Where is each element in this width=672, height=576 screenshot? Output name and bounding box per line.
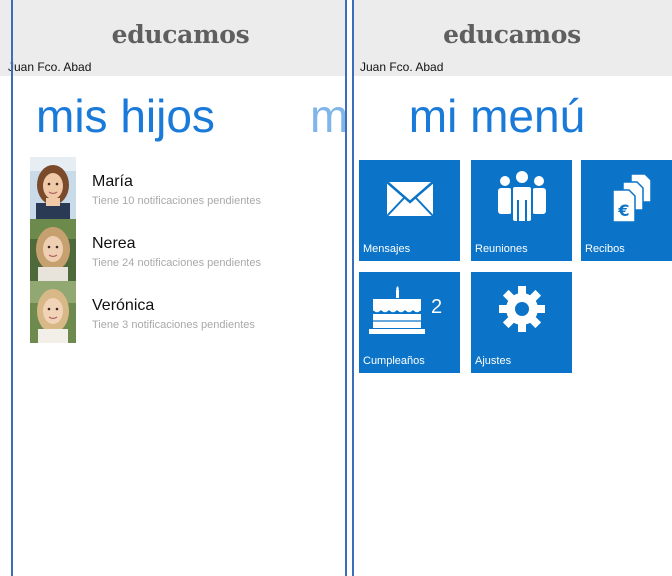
app-header: educamos Juan Fco. Abad [0, 0, 347, 76]
tile-recibos[interactable]: € Recibos [581, 160, 672, 261]
child-name: Nerea [92, 235, 136, 252]
receipts-euro-icon: € [612, 173, 652, 223]
child-photo-nerea [30, 219, 76, 281]
svg-text:€: € [617, 201, 629, 220]
frame-border [352, 0, 354, 576]
child-row-veronica[interactable]: Verónica Tiene 3 notificaciones pendient… [30, 281, 330, 343]
child-name: María [92, 173, 133, 190]
page-title: mis hijos [36, 90, 215, 142]
app-header: educamos Juan Fco. Abad [352, 0, 672, 76]
gear-icon [499, 286, 545, 332]
tile-label: Recibos [585, 243, 625, 255]
next-page-title-peek[interactable]: m [310, 93, 347, 139]
child-notifications: Tiene 3 notificaciones pendientes [92, 319, 255, 331]
child-notifications: Tiene 24 notificaciones pendientes [92, 257, 261, 269]
tile-ajustes[interactable]: Ajustes [471, 272, 572, 373]
user-name[interactable]: Juan Fco. Abad [8, 60, 91, 74]
mi-menu-screen: educamos Juan Fco. Abad mi menú Mensajes… [352, 0, 672, 576]
child-row-maria[interactable]: María Tiene 10 notificaciones pendientes [30, 157, 330, 219]
child-row-nerea[interactable]: Nerea Tiene 24 notificaciones pendientes [30, 219, 330, 281]
envelope-icon [386, 181, 434, 217]
tile-reuniones[interactable]: Reuniones [471, 160, 572, 261]
child-photo-maria [30, 157, 76, 219]
tile-mensajes[interactable]: Mensajes [359, 160, 460, 261]
tile-label: Cumpleaños [363, 355, 425, 367]
frame-border [11, 0, 13, 576]
app-logo: educamos [111, 20, 250, 49]
tile-label: Ajustes [475, 355, 512, 367]
app-logo: educamos [443, 20, 581, 49]
page-title: mi menú [408, 90, 586, 142]
tile-cumpleanos[interactable]: 2 Cumpleaños [359, 272, 460, 373]
child-notifications: Tiene 10 notificaciones pendientes [92, 195, 261, 207]
frame-border [345, 0, 347, 576]
user-name[interactable]: Juan Fco. Abad [360, 60, 443, 74]
people-icon [498, 169, 546, 223]
birthday-cake-icon [369, 286, 425, 334]
child-name: Verónica [92, 297, 155, 314]
mis-hijos-screen: educamos Juan Fco. Abad mis hijos m Marí… [0, 0, 347, 576]
tile-label: Mensajes [363, 243, 411, 255]
child-photo-veronica [30, 281, 76, 343]
tile-label: Reuniones [475, 243, 528, 255]
birthday-count: 2 [431, 296, 443, 318]
